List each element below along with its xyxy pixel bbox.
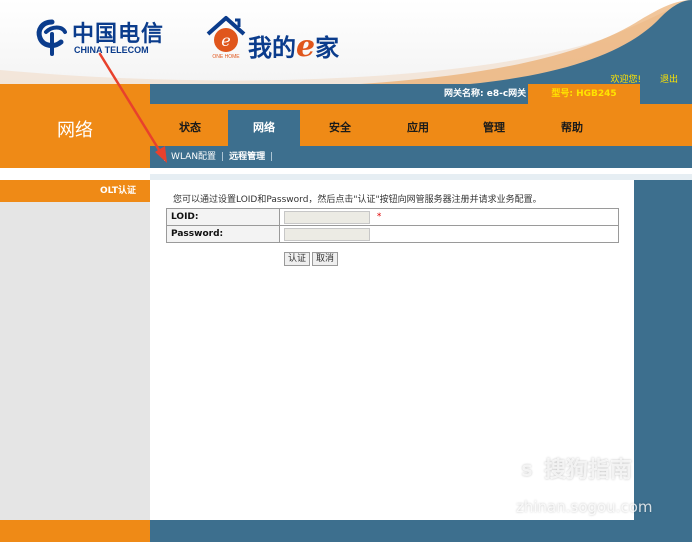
main-tabs: 状态 网络 安全 应用 管理 帮助 [150, 104, 692, 146]
logo-chinese-text: 中国电信 [72, 21, 165, 47]
watermark-logo-icon: S [514, 458, 540, 484]
tab-management[interactable]: 管理 [458, 110, 530, 146]
sub-nav-links: | WLAN配置 | 远程管理 | [158, 146, 278, 168]
sub-nav-separator: | [270, 152, 274, 162]
watermark: S 搜狗指南 zhinan.sogou.com [514, 452, 684, 522]
tab-security[interactable]: 安全 [304, 110, 376, 146]
tab-network[interactable]: 网络 [228, 110, 300, 146]
china-telecom-logo: 中国电信 CHINA TELECOM [34, 16, 174, 60]
brand-prefix: 我的 [248, 34, 296, 62]
model-badge: 型号: HGB245 [528, 84, 640, 104]
footer-right [150, 520, 692, 542]
sub-nav-separator: | [221, 152, 225, 162]
watermark-url: zhinan.sogou.com [516, 498, 653, 516]
password-input[interactable] [284, 227, 370, 241]
section-title: 网络 [57, 120, 93, 141]
cancel-button[interactable]: 取消 [312, 252, 339, 266]
brand-badge-text: ONE HOME [212, 54, 240, 60]
password-cell [279, 225, 619, 243]
left-spacer [0, 168, 150, 180]
subnav-item-remote-management[interactable]: 远程管理 [229, 152, 265, 162]
loid-input[interactable] [284, 210, 370, 224]
form-buttons: 认证 取消 [284, 252, 340, 266]
my-ehome-brand: e ONE HOME 我的e家 [204, 14, 384, 64]
section-header: 网络 [0, 84, 150, 168]
info-bar: 网关名称: e8-c网关 型号: HGB245 [150, 84, 692, 104]
sub-nav: | WLAN配置 | 远程管理 | [150, 146, 692, 168]
password-label: Password: [166, 225, 280, 243]
form-intro-text: 您可以通过设置LOID和Password，然后点击"认证"按钮向网管服务器注册并… [173, 195, 542, 205]
tab-help[interactable]: 帮助 [536, 110, 608, 146]
sub-nav-separator: | [163, 152, 167, 162]
tab-status[interactable]: 状态 [154, 110, 226, 146]
telecom-swirl-icon [36, 19, 67, 56]
table-row: Password: [166, 225, 619, 243]
house-icon: e ONE HOME [206, 16, 246, 60]
watermark-cn-text: 搜狗指南 [544, 458, 633, 483]
loid-cell: * [279, 208, 619, 226]
watermark-cn: S 搜狗指南 [514, 452, 632, 484]
table-row: LOID: * [166, 208, 619, 226]
subnav-item-wlan[interactable]: WLAN配置 [171, 152, 216, 162]
welcome-text: 欢迎您! [610, 75, 642, 84]
submit-auth-button[interactable]: 认证 [284, 252, 311, 266]
auth-form-table: LOID: * Password: [166, 208, 619, 243]
user-links: 欢迎您! 退出 [595, 72, 679, 84]
brand-suffix: 家 [315, 34, 340, 62]
sidebar: OLT认证 [0, 180, 150, 520]
svg-text:e: e [221, 31, 230, 50]
info-bar-end [640, 84, 692, 104]
brand-title: 我的e家 [248, 28, 339, 64]
header: 中国电信 CHINA TELECOM e ONE HOME 我的e家 欢迎您! … [0, 0, 692, 84]
logo-english-text: CHINA TELECOM [74, 45, 149, 55]
tab-application[interactable]: 应用 [382, 110, 454, 146]
required-mark: * [376, 212, 382, 222]
gateway-name: 网关名称: e8-c网关 [444, 89, 527, 99]
brand-e: e [296, 29, 316, 64]
sidebar-item-olt-auth[interactable]: OLT认证 [0, 180, 150, 202]
logout-link[interactable]: 退出 [660, 75, 678, 84]
loid-label: LOID: [166, 208, 280, 226]
footer-left [0, 520, 150, 542]
